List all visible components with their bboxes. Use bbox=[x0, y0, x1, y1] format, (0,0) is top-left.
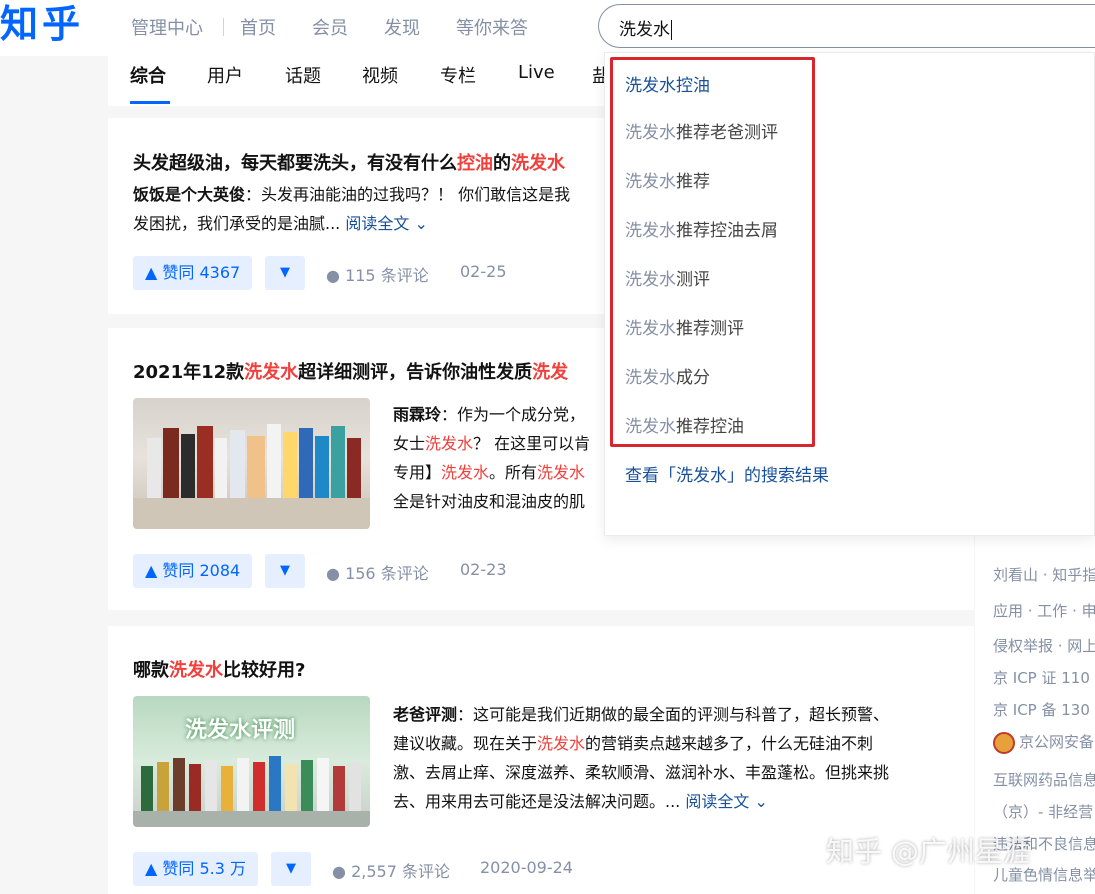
nav-admin-center[interactable]: 管理中心 bbox=[131, 14, 203, 40]
comment-count[interactable]: ● 2,557 条评论 bbox=[332, 858, 450, 882]
suggestion-item[interactable]: 洗发水推荐控油去屑 bbox=[625, 216, 778, 241]
tab-live[interactable]: Live bbox=[518, 62, 555, 83]
result-title[interactable]: 哪款洗发水比较好用? bbox=[133, 656, 305, 682]
suggestion-item[interactable]: 洗发水成分 bbox=[625, 363, 710, 388]
tab-users[interactable]: 用户 bbox=[207, 62, 243, 88]
comment-icon: ● bbox=[326, 564, 340, 583]
author-name: 老爸评测 bbox=[393, 705, 458, 724]
search-query-text: 洗发水 bbox=[619, 20, 670, 40]
police-badge-icon bbox=[993, 731, 1015, 754]
read-more-link[interactable]: 阅读全文 ⌄ bbox=[345, 214, 428, 233]
sidebar-link[interactable]: 京 ICP 备 130 bbox=[993, 699, 1090, 720]
upvote-button[interactable]: ▲ 赞同 5.3 万 bbox=[133, 852, 259, 886]
suggestion-item[interactable]: 洗发水推荐 bbox=[625, 167, 710, 192]
tab-columns[interactable]: 专栏 bbox=[440, 62, 476, 88]
suggestion-item[interactable]: 洗发水推荐老爸测评 bbox=[625, 118, 778, 143]
nav-home[interactable]: 首页 bbox=[240, 14, 276, 40]
sidebar-link[interactable]: （京）- 非经营 bbox=[993, 801, 1093, 822]
sidebar-link[interactable]: 侵权举报 · 网上 bbox=[993, 635, 1095, 656]
text-caret bbox=[671, 20, 672, 40]
downvote-button[interactable]: ▼ bbox=[265, 554, 305, 588]
result-excerpt[interactable]: 饭饭是个大英俊：头发再油能油的过我吗？！ 你们敢信这是我 发困扰，我们承受的是油… bbox=[133, 180, 603, 238]
sidebar-link[interactable]: 刘看山 · 知乎指 bbox=[993, 564, 1095, 585]
suggestion-item[interactable]: 洗发水推荐控油 bbox=[625, 412, 744, 437]
comment-icon: ● bbox=[332, 862, 346, 881]
thumbnail-caption: 洗发水评测 bbox=[185, 718, 296, 743]
downvote-button[interactable]: ▼ bbox=[271, 852, 311, 886]
search-input[interactable]: 洗发水 bbox=[598, 4, 1095, 48]
highlight-annotation-box bbox=[610, 57, 815, 447]
tab-topics[interactable]: 话题 bbox=[285, 62, 321, 88]
post-date: 02-23 bbox=[460, 560, 507, 579]
result-excerpt[interactable]: 雨霖玲：作为一个成分党， 女士洗发水？ 在这里可以肯 专用】洗发水。所有洗发水 … bbox=[393, 400, 608, 516]
upvote-button[interactable]: ▲ 赞同 2084 bbox=[133, 554, 253, 588]
result-title[interactable]: 头发超级油，每天都要洗头，有没有什么控油的洗发水 bbox=[133, 149, 565, 175]
suggestion-item[interactable]: 洗发水控油 bbox=[625, 71, 710, 96]
read-more-link[interactable]: 阅读全文 ⌄ bbox=[685, 792, 768, 811]
author-name: 饭饭是个大英俊 bbox=[133, 185, 246, 204]
post-date: 2020-09-24 bbox=[480, 858, 573, 877]
nav-waiting-answers[interactable]: 等你来答 bbox=[456, 14, 528, 40]
nav-divider bbox=[223, 18, 224, 36]
main-nav: 管理中心 首页 会员 发现 等你来答 bbox=[131, 14, 564, 40]
tab-videos[interactable]: 视频 bbox=[362, 62, 398, 88]
search-type-tabs: 综合 用户 话题 视频 专栏 Live 盐 bbox=[108, 56, 610, 106]
post-date: 02-25 bbox=[460, 262, 507, 281]
sidebar-link[interactable]: 京 ICP 证 110 bbox=[993, 667, 1090, 688]
upvote-button[interactable]: ▲ 赞同 4367 bbox=[133, 256, 253, 290]
view-all-results-link[interactable]: 查看「洗发水」的搜索结果 bbox=[625, 461, 829, 486]
active-tab-indicator bbox=[130, 101, 170, 104]
nav-membership[interactable]: 会员 bbox=[312, 14, 348, 40]
shampoo-bottles-image bbox=[133, 424, 370, 529]
sidebar-link[interactable]: 应用 · 工作 · 申 bbox=[993, 600, 1095, 621]
suggestion-item[interactable]: 洗发水测评 bbox=[625, 265, 710, 290]
result-excerpt[interactable]: 老爸评测：这可能是我们近期做的最全面的评测与科普了，超长预警、 建议收藏。现在关… bbox=[393, 700, 953, 816]
comment-count[interactable]: ● 156 条评论 bbox=[326, 560, 429, 584]
zhihu-watermark: 知乎 @广州星涯 bbox=[826, 835, 1031, 868]
top-bar: 知乎 管理中心 首页 会员 发现 等你来答 洗发水 bbox=[0, 0, 1095, 56]
suggestion-item[interactable]: 洗发水推荐测评 bbox=[625, 314, 744, 339]
sidebar-link[interactable]: 互联网药品信息 bbox=[993, 769, 1095, 790]
comment-icon: ● bbox=[326, 266, 340, 285]
result-title[interactable]: 2021年12款洗发水超详细测评，告诉你油性发质洗发 bbox=[133, 358, 568, 384]
sidebar-link[interactable]: 京公网安备 bbox=[993, 731, 1094, 754]
comment-count[interactable]: ● 115 条评论 bbox=[326, 262, 429, 286]
downvote-button[interactable]: ▼ bbox=[265, 256, 305, 290]
tab-general[interactable]: 综合 bbox=[130, 62, 166, 88]
nav-discover[interactable]: 发现 bbox=[384, 14, 420, 40]
result-thumbnail[interactable]: 洗发水评测 bbox=[133, 696, 370, 827]
author-name: 雨霖玲 bbox=[393, 405, 442, 424]
result-thumbnail[interactable] bbox=[133, 398, 370, 529]
zhihu-logo[interactable]: 知乎 bbox=[0, 2, 84, 46]
